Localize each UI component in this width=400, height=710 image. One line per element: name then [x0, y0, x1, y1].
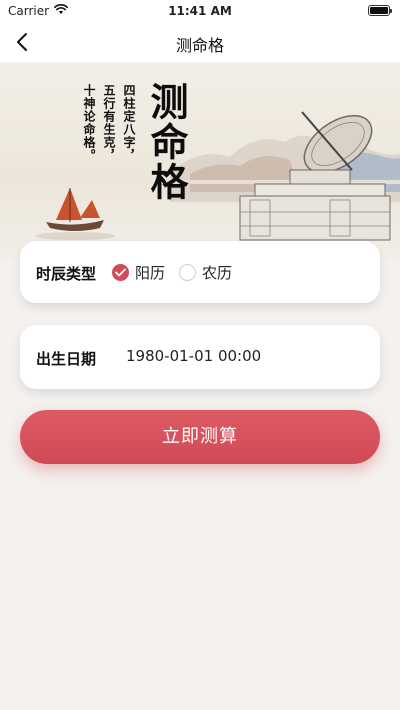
nav-bar: 测命格	[0, 22, 400, 62]
poem-line: 五行有生克，	[102, 84, 116, 162]
radio-solar-label: 阳历	[135, 264, 166, 282]
time-type-card: 时辰类型 阳历 农历	[20, 241, 380, 303]
banner-poem: 四柱定八字， 五行有生克， 十神论命格。	[82, 84, 136, 162]
page-title: 测命格	[175, 36, 224, 55]
banner: 四柱定八字， 五行有生克， 十神论命格。 测命格	[0, 62, 400, 260]
radio-lunar[interactable]: 农历	[179, 262, 232, 283]
status-right	[368, 5, 392, 16]
time-type-radio-group: 阳历 农历	[112, 262, 232, 283]
radio-checked-icon	[112, 264, 129, 281]
poem-line: 十神论命格。	[82, 84, 96, 162]
banner-title: 测命格	[144, 82, 189, 202]
radio-solar[interactable]: 阳历	[112, 262, 165, 283]
radio-unchecked-icon	[179, 264, 197, 281]
birth-date-value[interactable]: 1980-01-01 00:00	[126, 347, 261, 365]
time-type-label: 时辰类型	[36, 265, 97, 283]
birth-date-card[interactable]: 出生日期 1980-01-01 00:00	[20, 325, 380, 389]
radio-lunar-label: 农历	[202, 264, 233, 282]
battery-icon	[368, 5, 392, 16]
status-time: 11:41 AM	[168, 4, 232, 18]
poem-line: 四柱定八字，	[122, 84, 136, 162]
status-bar: Carrier 11:41 AM	[0, 0, 400, 22]
banner-illustration	[35, 111, 400, 241]
calculate-button[interactable]: 立即测算	[20, 410, 380, 464]
birth-date-label: 出生日期	[36, 350, 97, 368]
